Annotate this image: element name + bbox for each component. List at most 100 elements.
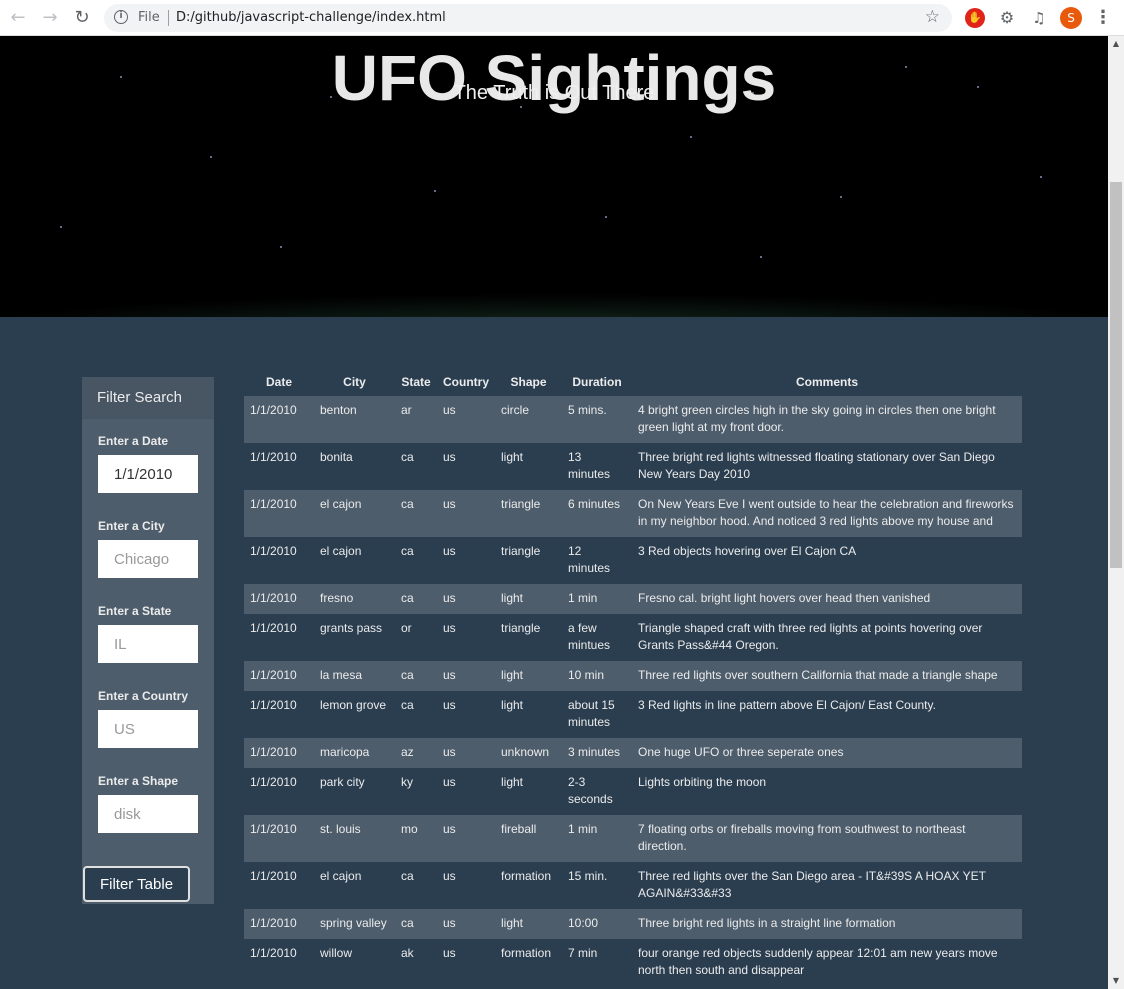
city-cell: bonita [320,450,353,464]
city-cell: benton [320,403,357,417]
date-cell: 1/1/2010 [250,775,297,789]
table-header-row: Date City State Country Shape Duration C… [244,367,1022,396]
table-body: 1/1/2010 benton ar us circle 5 mins. 4 bright … [244,396,1022,986]
duration-cell: 15 min. [568,869,608,883]
city-input[interactable] [98,540,198,578]
city-cell: spring valley [320,916,387,930]
shape-cell: triangle [501,497,541,511]
date-cell: 1/1/2010 [250,745,297,759]
city-cell: el cajon [320,869,362,883]
country-input[interactable] [98,710,198,748]
country-cell: us [443,822,456,836]
comments-cell: Lights orbiting the moon [638,775,767,789]
shape-cell: triangle [501,621,541,635]
info-icon[interactable]: i [114,10,128,24]
comments-cell: On New Years Eve I went outside to hear … [638,497,1014,528]
table-row: 1/1/2010 st. louis mo us fireball 1 min 7 floa… [244,815,1022,862]
duration-cell: 10 min [568,668,605,682]
city-cell: lemon grove [320,698,387,712]
shape-label: Enter a Shape [98,774,179,788]
page-subtitle: The Truth is Out There [453,82,655,104]
column-header-date: Date [265,374,292,389]
state-cell: ky [401,775,413,789]
comments-cell: Three bright red lights witnessed floati… [638,450,995,481]
country-cell: us [443,668,456,682]
shape-cell: light [501,668,524,682]
state-cell: ca [401,497,414,511]
date-cell: 1/1/2010 [250,916,297,930]
date-cell: 1/1/2010 [250,403,297,417]
table-row: 1/1/2010 el cajon ca us triangle 6 minutes On … [244,490,1022,537]
country-cell: us [443,745,456,759]
scrollbar[interactable]: ▲ ▼ [1108,36,1124,989]
hero-banner: UFO Sightings The Truth is Out There [0,36,1108,317]
duration-cell: 2-3 seconds [568,775,613,806]
ublock-icon[interactable]: ✋ [965,8,985,28]
column-header-shape: Shape [510,374,547,389]
country-label: Enter a Country [98,689,189,703]
scroll-up-icon[interactable]: ▲ [1108,36,1124,52]
duration-cell: 1 min [568,591,598,605]
table-row: 1/1/2010 willow ak us formation 7 min four ora… [244,939,1022,986]
comments-cell: Fresno cal. bright light hovers over hea… [638,591,931,605]
shape-input[interactable] [98,795,198,833]
table-row: 1/1/2010 lemon grove ca us light about 15 min… [244,691,1022,738]
column-header-comments: Comments [795,374,858,389]
reload-icon[interactable]: ↻ [70,6,94,30]
country-cell: us [443,497,456,511]
comments-cell: 4 bright green circles high in the sky g… [638,403,996,434]
puzzle-icon[interactable]: ⚙ [997,8,1017,28]
city-cell: st. louis [320,822,361,836]
date-cell: 1/1/2010 [250,544,297,558]
url-text[interactable]: D:/github/javascript-challenge/index.htm… [176,10,446,25]
browser-toolbar: ← → ↻ i File D:/github/javascript-challe… [0,0,1124,36]
state-input[interactable] [98,625,198,663]
address-bar[interactable]: i File D:/github/javascript-challenge/in… [104,4,952,32]
column-header-country: Country [443,374,489,389]
state-cell: ca [401,591,414,605]
shape-cell: formation [501,869,552,883]
comments-cell: One huge UFO or three seperate ones [638,745,844,759]
filter-table-button[interactable]: Filter Table [83,866,190,902]
filter-panel: Filter Search Enter a Date Enter a City … [82,377,214,904]
comments-cell: Triangle shaped craft with three red lig… [638,621,983,652]
state-cell: ca [401,450,414,464]
scroll-thumb[interactable] [1110,182,1122,568]
state-label: Enter a State [98,604,172,618]
state-cell: mo [401,822,418,836]
back-icon[interactable]: ← [6,6,30,30]
comments-cell: 7 floating orbs or fireballs moving from… [638,822,966,853]
more-icon[interactable]: ⋮ [1094,6,1112,30]
url-scheme: File [138,10,160,25]
state-cell: ar [401,403,412,417]
duration-cell: 5 mins. [568,403,607,417]
table-row: 1/1/2010 park city ky us light 2-3 seconds Lig… [244,768,1022,815]
date-input[interactable] [98,455,198,493]
column-header-city: City [343,374,366,389]
date-cell: 1/1/2010 [250,946,297,960]
avatar[interactable]: S [1060,7,1082,29]
date-label: Enter a Date [98,434,169,448]
comments-cell: Three bright red lights in a straight li… [638,916,896,930]
city-cell: park city [320,775,365,789]
media-icon[interactable]: ♫ [1029,8,1049,28]
omnibox-divider [168,10,169,26]
shape-cell: light [501,916,524,930]
duration-cell: 12 minutes [568,544,611,575]
state-cell: ca [401,869,414,883]
star-icon[interactable]: ☆ [925,7,940,27]
forward-icon[interactable]: → [38,6,62,30]
duration-cell: 1 min [568,822,598,836]
country-cell: us [443,403,456,417]
country-cell: us [443,775,456,789]
date-cell: 1/1/2010 [250,497,297,511]
date-cell: 1/1/2010 [250,591,297,605]
country-cell: us [443,544,456,558]
country-cell: us [443,698,456,712]
city-cell: la mesa [320,668,363,682]
date-cell: 1/1/2010 [250,668,297,682]
scroll-down-icon[interactable]: ▼ [1108,973,1124,989]
shape-cell: light [501,591,524,605]
shape-cell: circle [501,403,530,417]
city-cell: grants pass [320,621,383,635]
